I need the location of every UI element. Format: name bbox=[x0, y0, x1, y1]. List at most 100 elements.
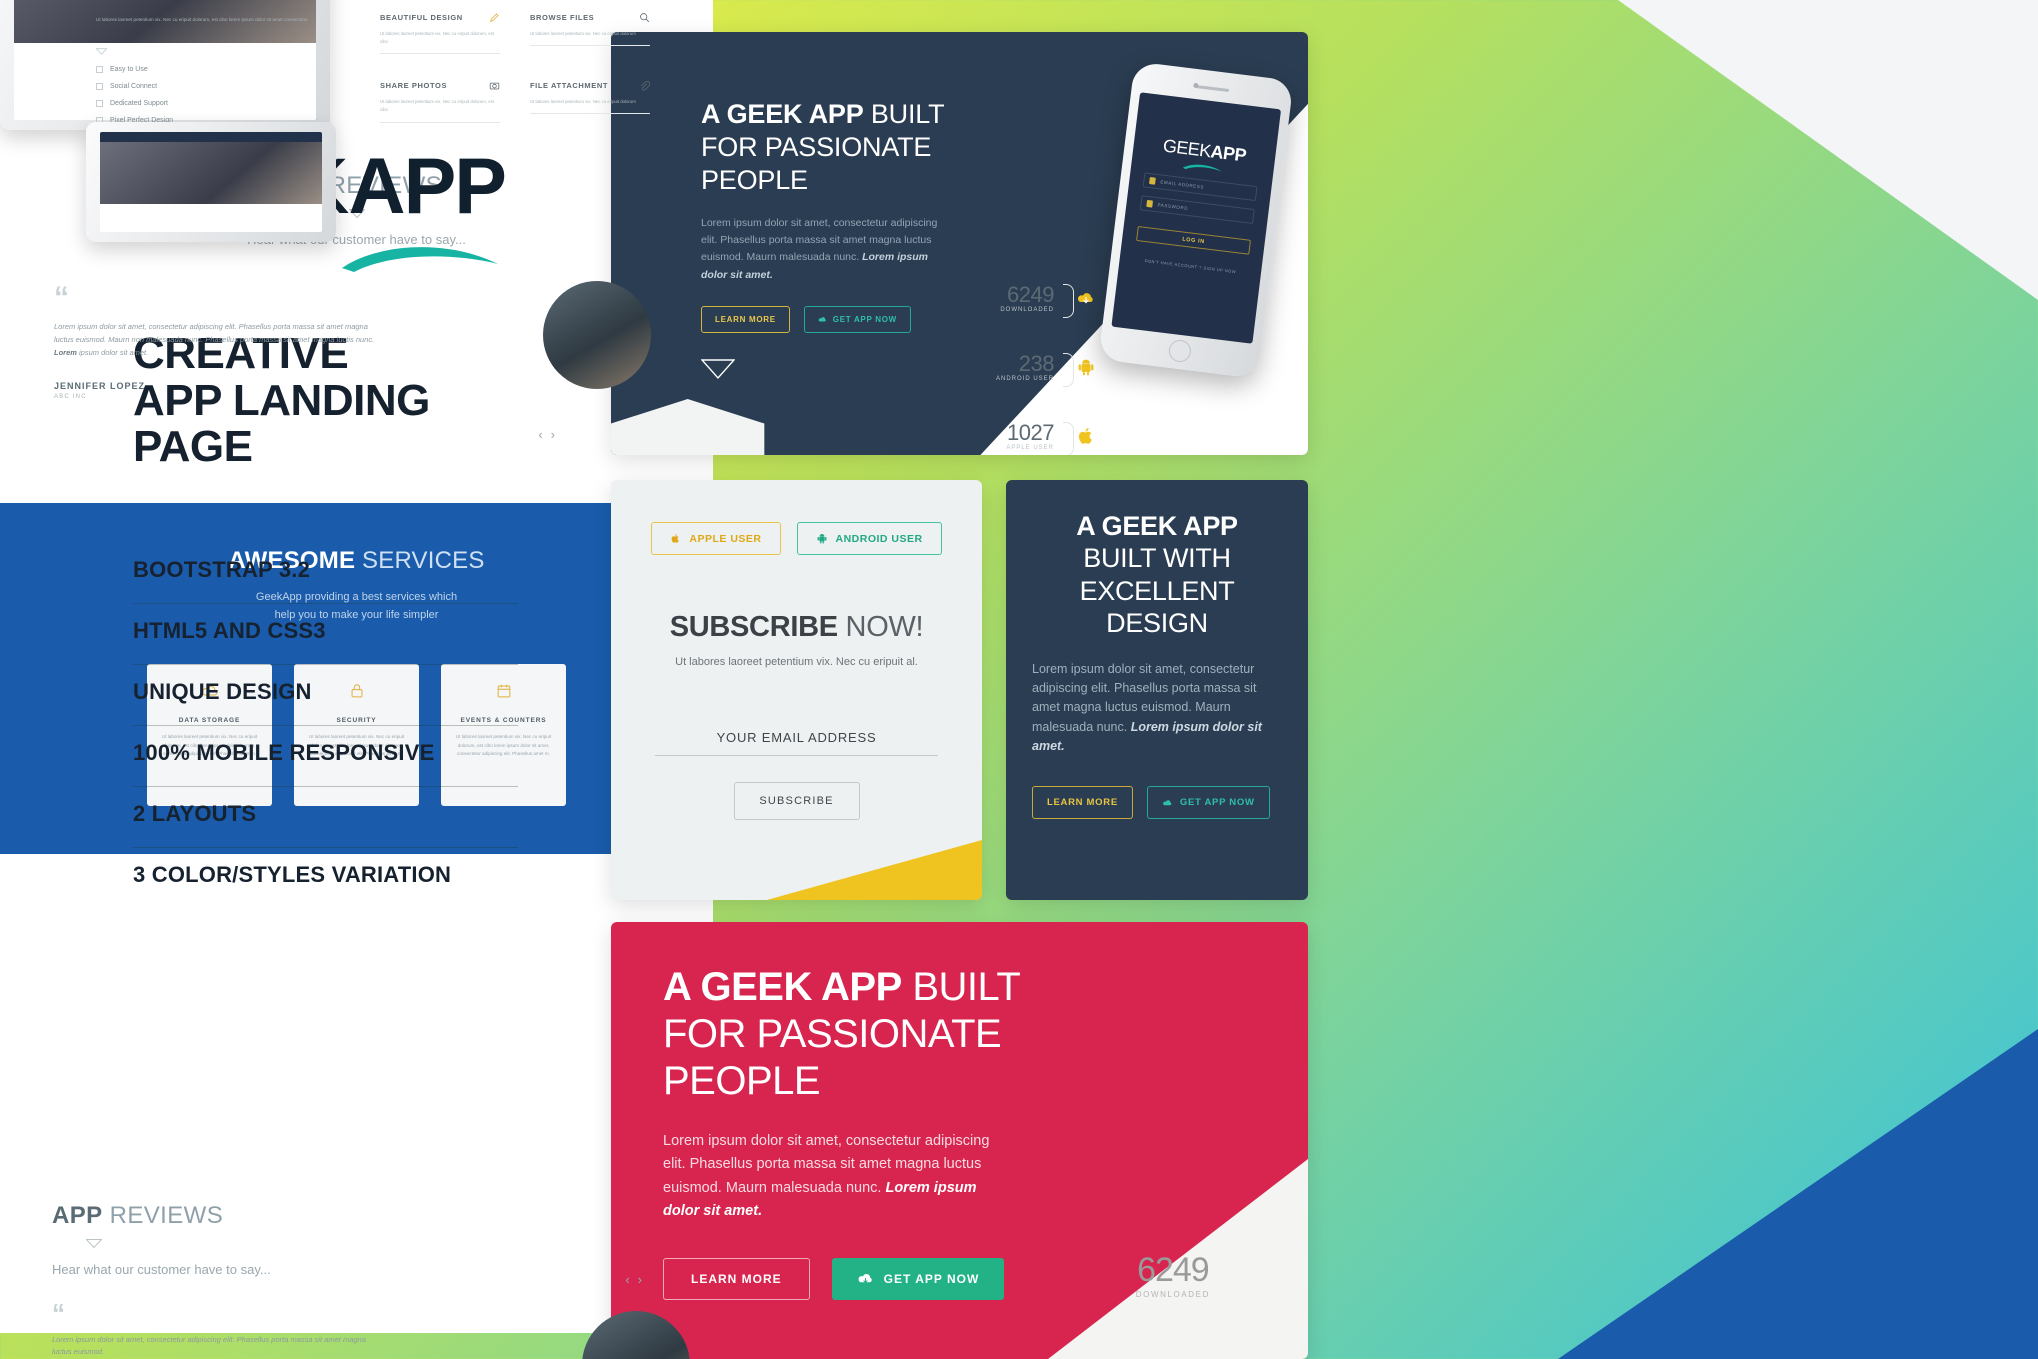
red-get-app-label: GET APP NOW bbox=[883, 1271, 980, 1286]
android-user-button[interactable]: ANDROID USER bbox=[796, 522, 942, 555]
subscribe-email-underline bbox=[655, 755, 938, 756]
phone-email-placeholder: EMAIL ADDRESS bbox=[1160, 179, 1205, 190]
review-text: Lorem ipsum dolor sit amet, consectetur … bbox=[54, 321, 384, 359]
feature-item: BOOTSTRAP 3.2 bbox=[133, 543, 518, 604]
stat-brace bbox=[1063, 284, 1074, 318]
hero-headline: A GEEK APP BUILT FOR PASSIONATE PEOPLE bbox=[701, 98, 1001, 197]
android-user-label: ANDROID USER bbox=[835, 532, 923, 545]
feature-list: BOOTSTRAP 3.2 HTML5 AND CSS3 UNIQUE DESI… bbox=[133, 543, 518, 908]
android-icon bbox=[817, 534, 826, 544]
excellent-learn-more-label: LEARN MORE bbox=[1047, 797, 1118, 809]
stat-label: DOWNLOADED bbox=[1000, 307, 1054, 313]
stat-label: ANDROID USER bbox=[995, 376, 1054, 382]
hero-paragraph: Lorem ipsum dolor sit amet, consectetur … bbox=[701, 215, 953, 284]
apple-icon bbox=[671, 534, 680, 543]
excellent-headline-l3: DESIGN bbox=[1106, 608, 1208, 639]
reviews2-heading-bold: APP bbox=[52, 1201, 103, 1229]
cloud-download-icon bbox=[858, 1274, 872, 1284]
stat-item: 6249 DOWNLOADED bbox=[962, 282, 1093, 318]
phone-login-button[interactable]: LOG IN bbox=[1136, 225, 1251, 255]
red-learn-more-label: LEARN MORE bbox=[691, 1271, 782, 1286]
excellent-learn-more-button[interactable]: LEARN MORE bbox=[1032, 786, 1133, 820]
reviews2-heading: APP REVIEWS bbox=[52, 1202, 500, 1230]
cloud-download-icon bbox=[1077, 293, 1093, 304]
apple-icon bbox=[1078, 428, 1092, 444]
feature-item: 100% MOBILE RESPONSIVE bbox=[133, 726, 518, 787]
red-get-app-button[interactable]: GET APP NOW bbox=[831, 1257, 1005, 1300]
subscribe-button[interactable]: SUBSCRIBE bbox=[733, 782, 860, 820]
phone-signup-link[interactable]: DON'T HAVE ACCOUNT ? SIGN UP NOW bbox=[1120, 255, 1262, 277]
reviews2-nav[interactable]: ‹› bbox=[625, 1272, 650, 1287]
subscribe-button-label: SUBSCRIBE bbox=[759, 795, 834, 807]
red-paragraph: Lorem ipsum dolor sit amet, consectetur … bbox=[663, 1130, 993, 1224]
android-icon bbox=[1078, 359, 1094, 376]
feature-item: 3 COLOR/STYLES VARIATION bbox=[133, 861, 452, 887]
hero-learn-more-label: LEARN MORE bbox=[715, 315, 776, 325]
stat-brace bbox=[1063, 422, 1074, 455]
hero-learn-more-button[interactable]: LEARN MORE bbox=[701, 306, 790, 334]
excellent-headline: A GEEK APP BUILT WITH EXCELLENT DESIGN bbox=[1032, 510, 1282, 640]
hero-get-app-label: GET APP NOW bbox=[832, 315, 897, 325]
apple-user-label: APPLE USER bbox=[689, 532, 762, 545]
brand-swoosh-icon bbox=[342, 247, 498, 272]
review-text-tail: ipsum dolor sit amet. bbox=[76, 347, 149, 357]
hero-headline-bold: A GEEK APP bbox=[701, 99, 864, 129]
stat-brace bbox=[1063, 353, 1074, 387]
phone-logo-thin: GEEK bbox=[1161, 135, 1212, 162]
review-next-button[interactable]: › bbox=[551, 427, 563, 442]
subscribe-yellow-wedge bbox=[611, 840, 982, 900]
reviews2-next-button[interactable]: › bbox=[638, 1272, 650, 1287]
brand-name-bold: APP bbox=[348, 141, 507, 230]
subscribe-heading-light: NOW! bbox=[837, 611, 924, 643]
reviews2-heading-light: REVIEWS bbox=[102, 1201, 224, 1229]
red-stat-label: DOWNLOADED bbox=[1135, 1290, 1210, 1299]
red-stat-value: 6249 bbox=[1137, 1251, 1210, 1289]
stat-value: 1027 bbox=[1007, 420, 1054, 445]
platform-pill-row: APPLE USER ANDROID USER bbox=[611, 480, 982, 555]
reviews2-prev-button[interactable]: ‹ bbox=[625, 1272, 637, 1287]
stat-label: APPLE USER bbox=[1006, 445, 1054, 451]
hero-stats: 6249 DOWNLOADED 238 ANDROID USER 1027 AP… bbox=[962, 282, 1094, 455]
feature-item: HTML5 AND CSS3 bbox=[133, 604, 518, 665]
subscribe-heading-bold: SUBSCRIBE bbox=[669, 611, 838, 643]
hero-headline-light-2: FOR PASSIONATE bbox=[701, 131, 932, 162]
red-headline-light-2: FOR PASSIONATE bbox=[663, 1012, 1002, 1057]
review-nav[interactable]: ‹› bbox=[538, 427, 563, 442]
review-text-main: Lorem ipsum dolor sit amet, consectetur … bbox=[54, 322, 375, 344]
quote-icon: “ bbox=[52, 1297, 65, 1328]
review-prev-button[interactable]: ‹ bbox=[538, 427, 550, 442]
feature-item: 2 LAYOUTS bbox=[133, 787, 518, 848]
reviews2-subtext: Hear what our customer have to say... bbox=[52, 1261, 271, 1277]
excellent-paragraph: Lorem ipsum dolor sit amet, consectetur … bbox=[1032, 660, 1282, 757]
subscribe-email-placeholder: YOUR EMAIL ADDRESS bbox=[716, 730, 877, 745]
phone-password-field[interactable]: PASSWORD bbox=[1139, 195, 1255, 224]
excellent-headline-bold: A GEEK APP bbox=[1076, 511, 1238, 541]
red-copy: A GEEK APP BUILT FOR PASSIONATE PEOPLE L… bbox=[663, 964, 1133, 1300]
red-headline-bold: A GEEK APP bbox=[663, 965, 902, 1009]
promo-column: GEEKAPP CREATIVE APP LANDING PAGE BOOTST… bbox=[133, 146, 553, 908]
stat-value: 6249 bbox=[1007, 282, 1054, 307]
hero-get-app-button[interactable]: GET APP NOW bbox=[803, 306, 911, 334]
cloud-download-icon bbox=[1163, 800, 1172, 806]
phone-logo-bold: APP bbox=[1209, 141, 1248, 166]
app-reviews-secondary: APP REVIEWS Hear what our customer have … bbox=[0, 1202, 690, 1359]
excellent-headline-l2: EXCELLENT bbox=[1079, 575, 1235, 606]
excellent-design-preview: A GEEK APP BUILT WITH EXCELLENT DESIGN L… bbox=[1006, 480, 1308, 900]
review-company: ABC INC bbox=[54, 394, 87, 401]
subscribe-email-field[interactable]: YOUR EMAIL ADDRESS bbox=[655, 730, 938, 756]
lock-icon bbox=[1146, 199, 1154, 208]
hero-button-row: LEARN MORE GET APP NOW bbox=[701, 306, 1001, 334]
review-card: “ Lorem ipsum dolor sit amet, consectetu… bbox=[0, 281, 713, 442]
hero-copy: A GEEK APP BUILT FOR PASSIONATE PEOPLE L… bbox=[700, 98, 1001, 385]
stat-value: 238 bbox=[1018, 351, 1055, 376]
excellent-get-app-button[interactable]: GET APP NOW bbox=[1146, 786, 1270, 820]
red-headline: A GEEK APP BUILT FOR PASSIONATE PEOPLE bbox=[663, 964, 1133, 1106]
stat-item: 1027 APPLE USER bbox=[962, 420, 1092, 455]
cloud-download-icon bbox=[818, 317, 826, 322]
phone-screen: GEEKAPP EMAIL ADDRESS PASSWORD LOG IN DO… bbox=[1111, 92, 1282, 344]
apple-user-button[interactable]: APPLE USER bbox=[651, 522, 781, 555]
poster-canvas: GEEKAPP CREATIVE APP LANDING PAGE BOOTST… bbox=[0, 0, 2038, 1359]
red-learn-more-button[interactable]: LEARN MORE bbox=[663, 1257, 810, 1300]
red-button-row: LEARN MORE GET APP NOW bbox=[663, 1257, 1133, 1300]
hero-headline-light-3: PEOPLE bbox=[701, 164, 808, 195]
